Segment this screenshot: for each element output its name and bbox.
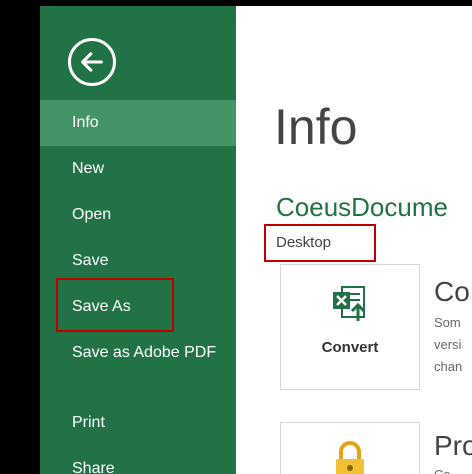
nav-item-print[interactable]: Print: [40, 400, 236, 446]
protect-button[interactable]: [280, 422, 420, 474]
nav-item-open[interactable]: Open: [40, 192, 236, 238]
page-title: Info: [274, 99, 358, 155]
protect-description-line: Co: [434, 464, 451, 474]
info-panel: Info CoeusDocume Desktop Convert Co Som …: [236, 6, 472, 474]
backstage-view: Info New Open Save Save As Save as Adobe…: [0, 6, 472, 474]
backstage-sidebar: Info New Open Save Save As Save as Adobe…: [40, 6, 236, 474]
document-name: CoeusDocume: [276, 192, 448, 222]
save-as-highlight-box: [56, 278, 174, 332]
location-highlight-box: [264, 224, 376, 262]
nav-item-share[interactable]: Share: [40, 446, 236, 474]
protect-heading: Pro: [434, 430, 472, 461]
convert-button[interactable]: Convert: [280, 264, 420, 390]
nav-item-new[interactable]: New: [40, 146, 236, 192]
back-button[interactable]: [68, 38, 116, 86]
nav-item-info[interactable]: Info: [40, 100, 236, 146]
convert-description-line: Som: [434, 315, 461, 330]
convert-description-line: versi: [434, 337, 462, 352]
convert-label: Convert: [321, 339, 379, 356]
excel-convert-icon: [333, 286, 366, 321]
back-arrow-icon: [81, 52, 103, 72]
convert-description-line: chan: [434, 359, 463, 374]
nav-item-save-as-adobe-pdf[interactable]: Save as Adobe PDF: [40, 330, 236, 400]
lock-icon: [336, 441, 364, 474]
window-edge: [0, 6, 40, 474]
convert-heading: Co: [434, 276, 470, 307]
